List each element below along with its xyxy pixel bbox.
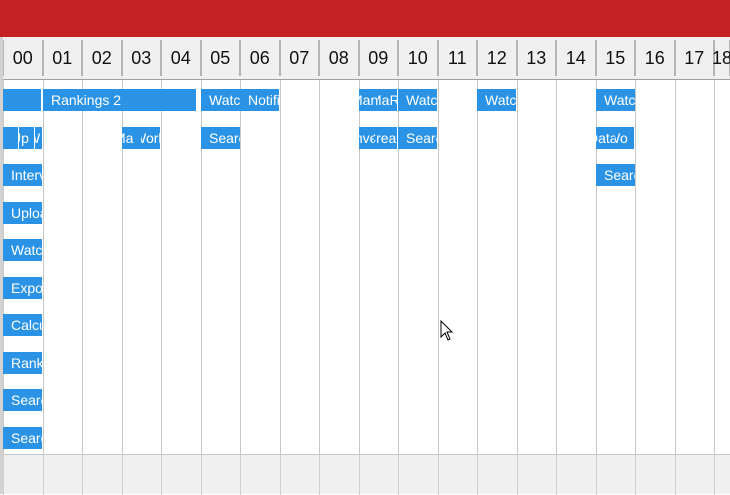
grid-line	[675, 80, 676, 454]
task-block[interactable]: Watc	[596, 89, 635, 111]
task-block[interactable]: tion	[0, 89, 41, 111]
hour-label: 05	[200, 40, 240, 76]
task-block[interactable]: Searc	[3, 389, 42, 411]
task-block[interactable]: Wo	[615, 127, 634, 149]
grid-line	[319, 80, 320, 454]
task-block[interactable]: Notific	[240, 89, 279, 111]
grid-line	[556, 80, 557, 454]
task-block[interactable]: Inve	[359, 127, 374, 149]
hour-label: 08	[319, 40, 359, 76]
grid-line	[82, 80, 83, 454]
task-block[interactable]: Watch	[477, 89, 516, 111]
footer-grid-line	[201, 455, 202, 495]
footer-grid-line	[319, 455, 320, 495]
hour-header: 00 01 02 03 04 05 06 07 08 09 10 11 12 13 14 15 16 17 18	[0, 37, 730, 80]
footer-grid-line	[280, 455, 281, 495]
hour-label: 12	[477, 40, 517, 76]
task-block[interactable]: Searc	[201, 127, 240, 149]
footer-grid-line	[3, 455, 4, 495]
hour-label: 15	[595, 40, 635, 76]
footer-grid-line	[635, 455, 636, 495]
footer-grid-line	[714, 455, 715, 495]
hour-label: 17	[674, 40, 714, 76]
task-block[interactable]: Ma	[122, 127, 141, 149]
hour-label: 03	[121, 40, 161, 76]
grid-line	[43, 80, 44, 454]
task-block[interactable]: ManR	[359, 89, 378, 111]
grid-line	[161, 80, 162, 454]
grid-line	[714, 80, 715, 454]
task-block[interactable]: Watch	[201, 89, 240, 111]
footer-grid-line	[477, 455, 478, 495]
hour-label: 10	[398, 40, 438, 76]
task-block[interactable]: Uploa	[3, 202, 42, 224]
task-block[interactable]: Creat	[374, 127, 397, 149]
hour-label: 06	[240, 40, 280, 76]
footer-bar	[0, 454, 730, 495]
task-block[interactable]: Data	[596, 127, 615, 149]
footer-grid-line	[122, 455, 123, 495]
grid-line	[635, 80, 636, 454]
hour-label: 18	[712, 40, 730, 76]
mouse-cursor-icon	[440, 320, 454, 341]
grid-line	[438, 80, 439, 454]
grid-line	[477, 80, 478, 454]
hour-label: 11	[437, 40, 477, 76]
task-block[interactable]: Searc	[3, 427, 42, 449]
title-bar	[0, 0, 730, 37]
schedule-grid[interactable]: tionRankings 2WatchNotificManRMaRWatcWat…	[0, 80, 730, 454]
footer-grid-line	[82, 455, 83, 495]
task-block[interactable]: Rankings 2	[43, 89, 196, 111]
hour-label: 01	[42, 40, 82, 76]
task-block[interactable]: Ranki	[3, 352, 42, 374]
hour-label: 02	[82, 40, 122, 76]
footer-grid-line	[438, 455, 439, 495]
hour-label: 14	[556, 40, 596, 76]
task-block[interactable]: MaR	[378, 89, 397, 111]
footer-grid-line	[596, 455, 597, 495]
hour-label: 13	[516, 40, 556, 76]
task-block[interactable]: Searc	[596, 164, 635, 186]
footer-grid-line	[517, 455, 518, 495]
task-block[interactable]: Work	[141, 127, 160, 149]
task-block[interactable]: Watc	[398, 89, 437, 111]
hour-label: 07	[279, 40, 319, 76]
hour-label: 16	[635, 40, 675, 76]
grid-line	[517, 80, 518, 454]
left-edge	[0, 37, 3, 494]
task-block[interactable]: Searc	[398, 127, 437, 149]
footer-grid-line	[161, 455, 162, 495]
task-block[interactable]: Up	[19, 127, 34, 149]
footer-grid-line	[43, 455, 44, 495]
task-block[interactable]: Interv	[3, 164, 42, 186]
footer-grid-line	[240, 455, 241, 495]
footer-grid-line	[398, 455, 399, 495]
grid-line	[240, 80, 241, 454]
footer-grid-line	[556, 455, 557, 495]
task-block[interactable]: Calcu	[3, 314, 42, 336]
footer-grid-line	[359, 455, 360, 495]
hour-label: 00	[3, 40, 43, 76]
task-block[interactable]: Watch	[3, 239, 42, 261]
task-block[interactable]: Expor	[3, 277, 42, 299]
hour-label: 04	[161, 40, 201, 76]
hour-label: 09	[358, 40, 398, 76]
footer-grid-line	[675, 455, 676, 495]
task-block[interactable]: W	[35, 127, 42, 149]
grid-line	[280, 80, 281, 454]
